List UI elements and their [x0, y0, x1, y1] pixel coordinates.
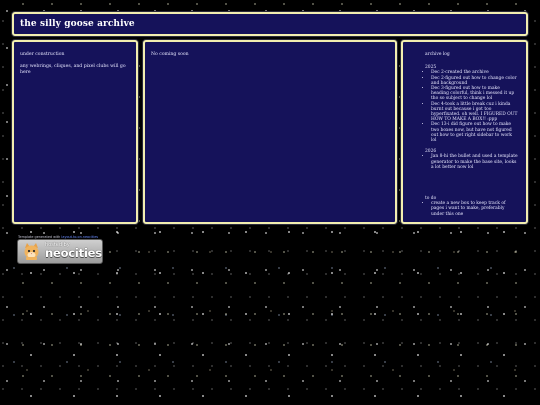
archive-log-title: archive log — [425, 52, 450, 57]
todo-list: create a new box to keep track of pages … — [425, 201, 518, 217]
log-entry: Dec 4-took a little break cuz i kinda bu… — [431, 102, 518, 123]
badge-brand-label: neocities — [45, 246, 102, 261]
page: { "header": { "title": "the silly goose … — [0, 0, 540, 405]
site-title: the silly goose archive — [20, 19, 135, 29]
left-sidebar: under construction any webrings, cliques… — [12, 40, 138, 224]
left-sidebar-heading: under construction — [20, 52, 65, 57]
badge-text: hosted by neocities — [45, 243, 102, 260]
main-content: No coming soon — [143, 40, 397, 224]
log-list: Dec 2-created the archive Dec 2-figured … — [425, 70, 518, 143]
neocities-badge[interactable]: hosted by neocities — [17, 239, 103, 264]
neocities-cat-icon — [22, 242, 41, 261]
right-sidebar: archive log 2025 Dec 2-created the archi… — [401, 40, 528, 224]
log-entry: Dec 3-figured out how to make heading co… — [431, 86, 518, 102]
log-entry: Dec 2-figured out how to change color an… — [431, 76, 518, 86]
log-entry: Jan 8-hi the bullet and used a template … — [431, 154, 518, 170]
site-header: the silly goose archive — [12, 12, 528, 36]
main-content-text: No coming soon — [151, 52, 189, 57]
log-list: Jan 8-hi the bullet and used a template … — [425, 154, 518, 170]
left-sidebar-text: any webrings, cliques, and pixel clubs w… — [20, 64, 126, 75]
todo-item: create a new box to keep track of pages … — [431, 201, 518, 217]
log-entry: Dec 13-i did figure out how to make two … — [431, 122, 518, 143]
